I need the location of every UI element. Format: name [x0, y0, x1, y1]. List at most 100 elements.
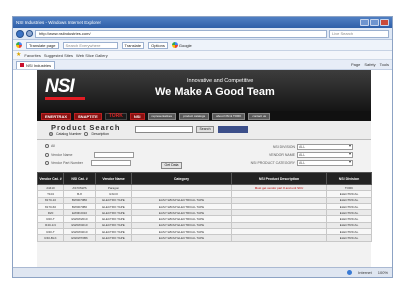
site-header: NSI Innovative and Competitive We Make A…: [37, 70, 371, 111]
product-search-input[interactable]: [135, 126, 193, 133]
table-cell: R40-BLK: [37, 234, 64, 242]
favorites-button[interactable]: Favorites: [24, 53, 40, 58]
nsi-category-select[interactable]: ALL: [297, 160, 353, 166]
filter-vendor-name-select: VENDOR NAME ALL: [245, 152, 353, 158]
description-radio[interactable]: [84, 132, 89, 136]
catalog-number-label: Catalog Number: [56, 132, 82, 136]
vendor-name-radio[interactable]: [45, 153, 49, 157]
toolbar-search-input[interactable]: Search Everywhere: [62, 41, 118, 49]
col-category[interactable]: Category: [131, 172, 232, 185]
address-bar: http://www.nsiindustries.com/ Live Searc…: [13, 28, 392, 40]
product-search-title: Product Search: [51, 123, 121, 132]
col-nsi-description[interactable]: NSI Product Description: [231, 172, 327, 185]
favorites-bar: ★ Favorites Suggested Sites Web Slice Ga…: [13, 51, 392, 60]
filters-panel: All Vendor Name Vendor Part Number Get D…: [37, 140, 371, 172]
nav-representatives[interactable]: representatives: [147, 112, 177, 120]
all-label: All: [51, 144, 55, 148]
title-bar: NSI Industries - Windows Internet Explor…: [13, 17, 392, 28]
command-bar: Page Safety Tools: [351, 62, 389, 67]
nav-about[interactable]: about NSI & TORK: [212, 112, 246, 120]
col-nsi-cat[interactable]: NSI Cat. #: [63, 172, 96, 185]
live-search-input[interactable]: Live Search: [329, 29, 389, 38]
nav-product-catalogs[interactable]: product catalogs: [179, 112, 210, 120]
all-radio[interactable]: [45, 144, 49, 148]
table-cell: ELECTRICAL: [326, 234, 372, 242]
get-data-button[interactable]: Get Data: [161, 162, 182, 169]
table-cell: [231, 234, 327, 242]
nsi-division-label: NSI DIVISION: [272, 145, 295, 149]
nav-nsi[interactable]: NSI: [129, 112, 145, 120]
nsi-site: NSI Innovative and Competitive We Make A…: [37, 70, 372, 267]
table-cell: EW0W70B6: [63, 234, 96, 242]
translate-button[interactable]: Translate: [121, 41, 145, 49]
vendor-part-radio[interactable]: [45, 161, 49, 165]
table-cell: EASY-WRAP ELECTRICAL TAPE: [131, 234, 232, 242]
nav-snaptite[interactable]: SNAPTITE: [74, 112, 102, 120]
search-mode-radios: Catalog Number Description: [49, 132, 109, 136]
search-help-text: [218, 126, 248, 133]
nav-contact[interactable]: contact us: [248, 112, 271, 120]
logo-text: NSI: [45, 76, 75, 97]
nsi-division-select[interactable]: ALL: [297, 144, 353, 150]
google-icon: [16, 42, 22, 48]
col-nsi-division[interactable]: NSI Division: [326, 172, 372, 185]
table-row[interactable]: R40-BLK EW0W70B6 ELECTRO TAPE EASY-WRAP ELE…: [37, 234, 372, 242]
tagline-large: We Make A Good Team: [155, 86, 275, 98]
nsi-logo[interactable]: NSI: [45, 76, 75, 98]
url-input[interactable]: http://www.nsiindustries.com/: [35, 29, 327, 38]
browser-window: NSI Industries - Windows Internet Explor…: [12, 16, 393, 278]
catalog-number-radio[interactable]: [49, 132, 53, 136]
table-header-row: Vendor Cat. # NSI Cat. # Vendor Name Cat…: [37, 172, 372, 185]
google-label: Google: [178, 42, 192, 48]
minimize-button[interactable]: [360, 19, 369, 26]
google-toolbar[interactable]: [16, 42, 22, 48]
globe-icon: [347, 270, 353, 275]
favorites-star-icon[interactable]: ★: [16, 52, 21, 58]
status-bar: Internet 100%: [13, 267, 392, 277]
tab-bar: NSI Industries Page Safety Tools: [13, 60, 392, 70]
col-vendor-cat[interactable]: Vendor Cat. #: [37, 172, 64, 185]
search-button[interactable]: Search: [196, 126, 214, 133]
col-vendor-name[interactable]: Vendor Name: [95, 172, 132, 185]
vendor-name-select[interactable]: ALL: [297, 152, 353, 158]
google-button[interactable]: Google: [171, 42, 192, 48]
logo-underline: [45, 97, 85, 100]
toolbar: Translate page Search Everywhere Transla…: [13, 40, 392, 51]
security-zone: Internet: [358, 270, 372, 275]
filter-vendor-name: Vendor Name: [45, 152, 135, 158]
table-cell: ELECTRO TAPE: [95, 234, 132, 242]
close-button[interactable]: [380, 19, 389, 26]
suggested-sites-link[interactable]: Suggested Sites: [44, 53, 73, 58]
nav-tork[interactable]: TORK: [104, 112, 127, 120]
description-label: Description: [91, 132, 109, 136]
vendor-name-input[interactable]: [94, 152, 135, 158]
tagline-small: Innovative and Competitive: [187, 78, 254, 84]
nav-enertrax[interactable]: ENERTRAX: [41, 112, 72, 120]
page-menu[interactable]: Page: [351, 62, 360, 67]
web-slice-gallery-link[interactable]: Web Slice Gallery: [76, 53, 108, 58]
filter-nsi-division: NSI DIVISION ALL: [245, 144, 353, 150]
status-zone: Internet 100%: [347, 270, 388, 275]
safety-menu[interactable]: Safety: [364, 62, 375, 67]
filter-nsi-category: NSI PRODUCT CATEGORY ALL: [233, 160, 353, 166]
window-controls: [360, 19, 389, 26]
filter-vendor-part: Vendor Part Number: [45, 160, 131, 166]
tools-menu[interactable]: Tools: [380, 62, 389, 67]
tab-label: NSI Industries: [26, 62, 52, 68]
options-button[interactable]: Options: [148, 41, 168, 49]
google-icon: [171, 42, 178, 48]
results-table: Vendor Cat. # NSI Cat. # Vendor Name Cat…: [37, 172, 372, 242]
nsi-favicon-icon: [20, 63, 24, 67]
translate-select[interactable]: Translate page: [26, 41, 59, 49]
nsi-category-label: NSI PRODUCT CATEGORY: [250, 161, 295, 165]
vendor-part-label: Vendor Part Number: [51, 161, 83, 165]
tab-nsi-industries[interactable]: NSI Industries: [16, 60, 56, 69]
site-nav: ENERTRAX SNAPTITE TORK NSI representativ…: [37, 111, 371, 121]
page-content: NSI Innovative and Competitive We Make A…: [13, 70, 392, 267]
window-title: NSI Industries - Windows Internet Explor…: [16, 20, 102, 25]
maximize-button[interactable]: [370, 19, 379, 26]
back-icon[interactable]: [16, 29, 24, 38]
forward-icon[interactable]: [26, 30, 33, 37]
zoom-level[interactable]: 100%: [378, 270, 388, 275]
vendor-part-input[interactable]: [90, 160, 131, 166]
